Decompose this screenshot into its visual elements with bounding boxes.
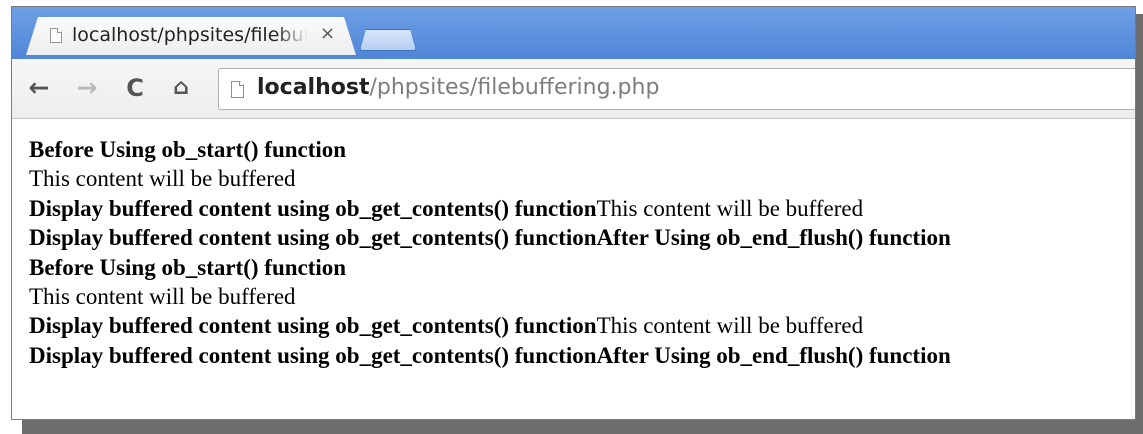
plain-text: This content will be buffered — [29, 284, 296, 310]
tab-title: localhost/phpsites/filebuffering.php — [72, 24, 308, 46]
page-icon — [231, 81, 244, 98]
content-line: Display buffered content using ob_get_co… — [29, 194, 1135, 223]
content-line: This content will be buffered — [29, 282, 1135, 311]
home-button[interactable]: ⌂ — [166, 73, 196, 103]
browser-window: localhost/phpsites/filebuffering.php × ←… — [11, 6, 1136, 420]
close-icon[interactable]: × — [320, 23, 335, 44]
bold-text: Display buffered content using ob_get_co… — [29, 195, 597, 221]
plain-text: This content will be buffered — [596, 195, 864, 221]
page-content: Before Using ob_start() function This co… — [12, 119, 1135, 419]
plain-text: This content will be buffered — [596, 313, 864, 339]
content-line: Before Using ob_start() function — [29, 253, 1135, 282]
address-bar[interactable]: localhost/phpsites/filebuffering.php — [218, 68, 1135, 110]
tab-active[interactable]: localhost/phpsites/filebuffering.php × — [26, 17, 356, 55]
url-text: localhost/phpsites/filebuffering.php — [257, 75, 659, 100]
tab-strip: localhost/phpsites/filebuffering.php × — [12, 7, 1135, 59]
content-line: Display buffered content using ob_get_co… — [29, 311, 1135, 340]
bold-text: Display buffered content using ob_get_co… — [29, 313, 597, 339]
bold-text: Before Using ob_start() function — [29, 254, 347, 280]
forward-button[interactable]: → — [72, 73, 102, 103]
bold-text: Before Using ob_start() function — [29, 137, 347, 162]
url-host: localhost — [257, 75, 370, 100]
content-line: Display buffered content using ob_get_co… — [29, 223, 1135, 252]
url-path: /phpsites/filebuffering.php — [369, 75, 660, 100]
content-line: Before Using ob_start() function — [29, 135, 1135, 164]
content-line: This content will be buffered — [29, 164, 1135, 193]
reload-button[interactable]: C — [120, 73, 150, 103]
bold-text: Display buffered content using ob_get_co… — [29, 342, 951, 368]
plain-text: This content will be buffered — [29, 166, 296, 192]
toolbar: ← → C ⌂ localhost/phpsites/filebuffering… — [12, 59, 1135, 119]
bold-text: Display buffered content using ob_get_co… — [29, 225, 951, 251]
content-line: Display buffered content using ob_get_co… — [29, 341, 1135, 370]
new-tab-button[interactable] — [360, 29, 416, 51]
back-button[interactable]: ← — [24, 73, 54, 103]
page-icon — [50, 28, 62, 43]
